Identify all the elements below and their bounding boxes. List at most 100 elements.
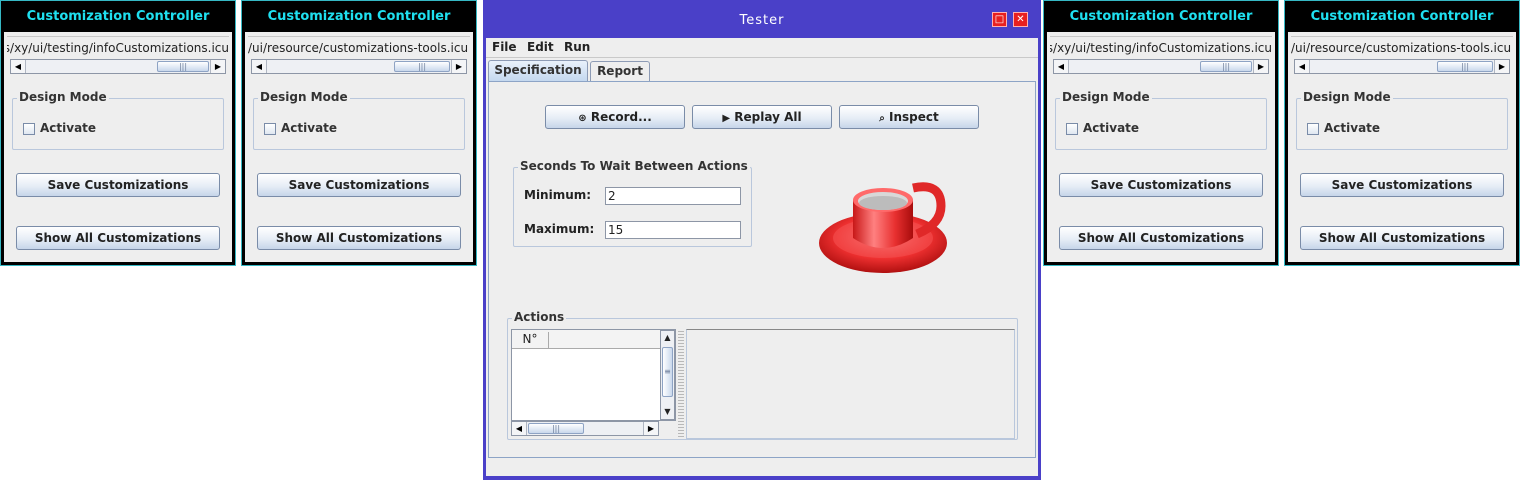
- table-header: N°: [512, 330, 660, 349]
- path-text: ss/xy/ui/testing/infoCustomizations.icu: [1050, 41, 1272, 55]
- activate-label: Activate: [40, 121, 97, 135]
- action-detail-panel: [686, 329, 1015, 439]
- close-icon[interactable]: ✕: [1013, 12, 1028, 27]
- actions-title: Actions: [512, 310, 567, 324]
- activate-checkbox[interactable]: [1307, 123, 1319, 135]
- show-all-customizations-button[interactable]: Show All Customizations: [257, 226, 461, 250]
- customization-controller-palette-3: Customization Controller ss/xy/ui/testin…: [1043, 0, 1279, 266]
- palette-body: /ui/resource/customizations-tools.icu ◀ …: [245, 32, 473, 262]
- design-mode-title: Design Mode: [1301, 90, 1393, 104]
- scroll-left-icon[interactable]: ◀: [512, 422, 527, 435]
- scroll-right-icon[interactable]: ▶: [1494, 60, 1509, 73]
- scroll-left-icon[interactable]: ◀: [1054, 60, 1069, 73]
- activate-checkbox[interactable]: [264, 123, 276, 135]
- palette-title: Customization Controller: [1310, 9, 1494, 24]
- show-all-customizations-button[interactable]: Show All Customizations: [1059, 226, 1263, 250]
- inspect-label: Inspect: [889, 110, 939, 124]
- palette-title: Customization Controller: [26, 9, 210, 24]
- save-customizations-button[interactable]: Save Customizations: [257, 173, 461, 197]
- customization-file-path[interactable]: ss/xy/ui/testing/infoCustomizations.icu: [1050, 36, 1272, 59]
- replay-all-button[interactable]: ▶ Replay All: [692, 105, 832, 129]
- path-horizontal-scrollbar[interactable]: ◀ ||| ▶: [1294, 59, 1510, 74]
- tester-window: Tester □ ✕ File Edit Run Specification R…: [483, 0, 1041, 480]
- path-horizontal-scrollbar[interactable]: ◀ ||| ▶: [10, 59, 226, 74]
- actions-group: Actions N° ▲ ≡ ▼ ◀ ||| ▶: [507, 310, 1018, 440]
- scroll-left-icon[interactable]: ◀: [1295, 60, 1310, 73]
- activate-label: Activate: [1083, 121, 1140, 135]
- scroll-right-icon[interactable]: ▶: [1253, 60, 1268, 73]
- scroll-thumb[interactable]: |||: [394, 61, 450, 72]
- actions-table[interactable]: N° ▲ ≡ ▼: [511, 329, 676, 421]
- wait-group-title: Seconds To Wait Between Actions: [518, 159, 750, 173]
- specification-panel: ⊛ Record... ▶ Replay All ⌕ Inspect Secon…: [488, 81, 1036, 458]
- customization-controller-palette-1: Customization Controller ss/xy/ui/testin…: [0, 0, 236, 266]
- design-mode-title: Design Mode: [17, 90, 109, 104]
- replay-all-label: Replay All: [734, 110, 802, 124]
- window-content: File Edit Run Specification Report ⊛ Rec…: [486, 38, 1038, 476]
- show-all-customizations-button[interactable]: Show All Customizations: [16, 226, 220, 250]
- path-horizontal-scrollbar[interactable]: ◀ ||| ▶: [1053, 59, 1269, 74]
- maximum-input[interactable]: 15: [605, 221, 741, 239]
- save-customizations-button[interactable]: Save Customizations: [1300, 173, 1504, 197]
- scroll-thumb[interactable]: |||: [157, 61, 209, 72]
- show-all-customizations-button[interactable]: Show All Customizations: [1300, 226, 1504, 250]
- design-mode-group: Design Mode Activate: [1055, 90, 1267, 150]
- path-text: ss/xy/ui/testing/infoCustomizations.icu: [7, 41, 229, 55]
- menu-file[interactable]: File: [492, 40, 517, 54]
- maximum-label: Maximum:: [524, 222, 595, 236]
- customization-file-path[interactable]: /ui/resource/customizations-tools.icu: [1291, 36, 1513, 59]
- design-mode-title: Design Mode: [1060, 90, 1152, 104]
- customization-file-path[interactable]: ss/xy/ui/testing/infoCustomizations.icu: [7, 36, 229, 59]
- window-title: Tester: [739, 13, 785, 28]
- palette-title: Customization Controller: [267, 9, 451, 24]
- split-pane-divider[interactable]: [678, 329, 684, 439]
- menu-bar: File Edit Run: [486, 38, 1038, 57]
- minimum-input[interactable]: 2: [605, 187, 741, 205]
- tab-report[interactable]: Report: [590, 61, 650, 81]
- scroll-thumb[interactable]: |||: [528, 423, 584, 434]
- scroll-left-icon[interactable]: ◀: [11, 60, 26, 73]
- scroll-up-icon[interactable]: ▲: [661, 331, 674, 345]
- menu-run[interactable]: Run: [564, 40, 590, 54]
- replay-icon: ▶: [722, 113, 731, 124]
- inspect-icon: ⌕: [879, 113, 885, 124]
- palette-title: Customization Controller: [1069, 9, 1253, 24]
- design-mode-group: Design Mode Activate: [1296, 90, 1508, 150]
- scroll-right-icon[interactable]: ▶: [643, 422, 658, 435]
- scroll-right-icon[interactable]: ▶: [451, 60, 466, 73]
- activate-checkbox[interactable]: [1066, 123, 1078, 135]
- record-button[interactable]: ⊛ Record...: [545, 105, 685, 129]
- path-horizontal-scrollbar[interactable]: ◀ ||| ▶: [251, 59, 467, 74]
- customization-file-path[interactable]: /ui/resource/customizations-tools.icu: [248, 36, 470, 59]
- customization-controller-palette-2: Customization Controller /ui/resource/cu…: [241, 0, 477, 266]
- maximize-icon[interactable]: □: [992, 12, 1007, 27]
- activate-label: Activate: [1324, 121, 1381, 135]
- inspect-button[interactable]: ⌕ Inspect: [839, 105, 979, 129]
- column-number-header[interactable]: N°: [512, 332, 549, 349]
- scroll-thumb[interactable]: |||: [1200, 61, 1252, 72]
- scroll-right-icon[interactable]: ▶: [210, 60, 225, 73]
- menu-edit[interactable]: Edit: [527, 40, 554, 54]
- palette-body: ss/xy/ui/testing/infoCustomizations.icu …: [4, 32, 232, 262]
- activate-label: Activate: [281, 121, 338, 135]
- actions-vertical-scrollbar[interactable]: ▲ ≡ ▼: [660, 330, 675, 420]
- save-customizations-button[interactable]: Save Customizations: [16, 173, 220, 197]
- design-mode-group: Design Mode Activate: [12, 90, 224, 150]
- record-icon: ⊛: [578, 113, 587, 124]
- path-text: /ui/resource/customizations-tools.icu: [1291, 41, 1512, 55]
- wait-between-actions-group: Seconds To Wait Between Actions Minimum:…: [513, 159, 752, 247]
- palette-body: /ui/resource/customizations-tools.icu ◀ …: [1288, 32, 1516, 262]
- palette-body: ss/xy/ui/testing/infoCustomizations.icu …: [1047, 32, 1275, 262]
- customization-controller-palette-4: Customization Controller /ui/resource/cu…: [1284, 0, 1520, 266]
- scroll-down-icon[interactable]: ▼: [661, 405, 674, 419]
- coffee-cup-icon: [819, 182, 947, 273]
- save-customizations-button[interactable]: Save Customizations: [1059, 173, 1263, 197]
- activate-checkbox[interactable]: [23, 123, 35, 135]
- path-text: /ui/resource/customizations-tools.icu: [248, 41, 469, 55]
- scroll-thumb[interactable]: |||: [1437, 61, 1493, 72]
- scroll-thumb[interactable]: ≡: [662, 347, 673, 397]
- design-mode-title: Design Mode: [258, 90, 350, 104]
- tab-specification[interactable]: Specification: [488, 60, 588, 81]
- actions-horizontal-scrollbar[interactable]: ◀ ||| ▶: [511, 421, 659, 436]
- scroll-left-icon[interactable]: ◀: [252, 60, 267, 73]
